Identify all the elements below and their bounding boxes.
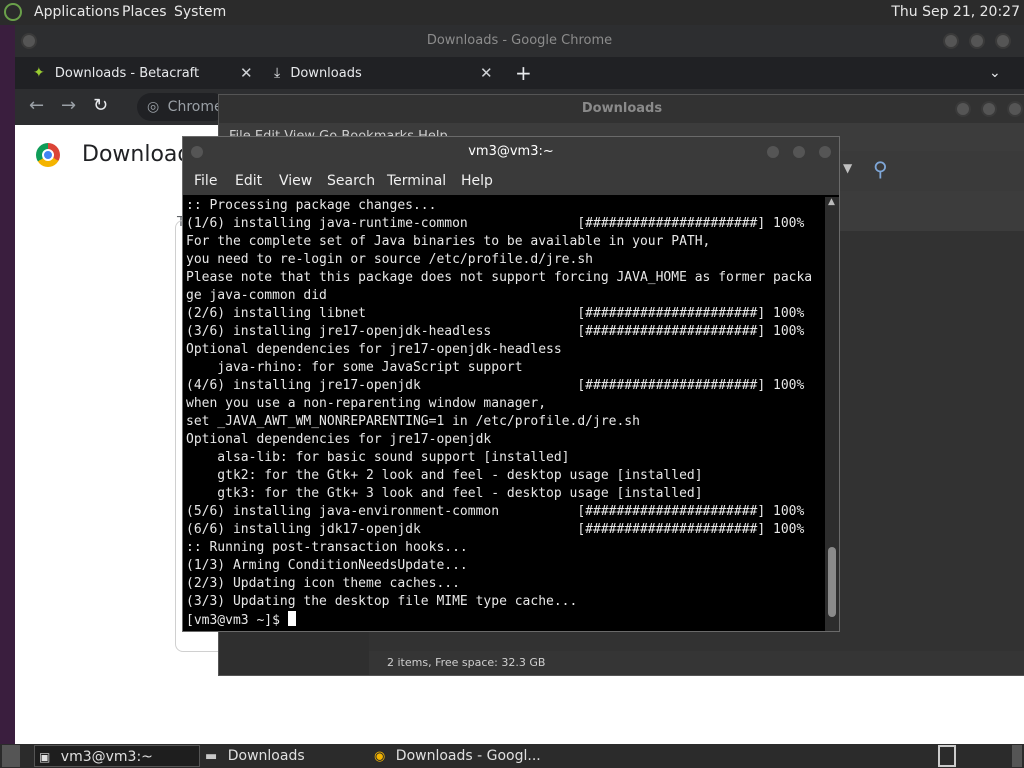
maximize-button[interactable] xyxy=(791,144,807,160)
top-panel: Applications Places System Thu Sep 21, 2… xyxy=(0,0,1024,25)
minimize-button[interactable] xyxy=(765,144,781,160)
window-menu-button[interactable] xyxy=(189,144,205,160)
close-tab-icon[interactable]: ✕ xyxy=(240,57,253,89)
page-heading: Download xyxy=(82,142,192,167)
terminal-line: (6/6) installing jdk17-openjdk [########… xyxy=(186,522,805,537)
menu-edit[interactable]: Edit xyxy=(235,167,262,195)
reload-icon[interactable]: ↻ xyxy=(93,95,108,116)
terminal-title: vm3@vm3:~ xyxy=(468,144,554,159)
tab-betacraft[interactable]: ✦ Downloads - Betacraft ✕ xyxy=(33,57,258,89)
betacraft-icon: ✦ xyxy=(33,65,45,81)
tab-search-chevron-icon[interactable]: ⌄ xyxy=(989,57,1001,89)
terminal-line: Optional dependencies for jre17-openjdk xyxy=(186,432,492,447)
download-icon: ⤓ xyxy=(274,65,281,81)
chrome-titlebar[interactable]: Downloads - Google Chrome xyxy=(15,25,1024,57)
window-title: Downloads - Google Chrome xyxy=(426,33,613,48)
folder-icon: ▬ xyxy=(205,749,218,764)
terminal-line: you need to re-login or source /etc/prof… xyxy=(186,252,593,267)
trash-icon[interactable] xyxy=(1012,745,1022,767)
terminal-line: alsa-lib: for basic sound support [insta… xyxy=(186,450,570,465)
system-logo-icon[interactable] xyxy=(4,3,22,21)
terminal-line: set _JAVA_AWT_WM_NONREPARENTING=1 in /et… xyxy=(186,414,640,429)
tab-label: Downloads xyxy=(290,66,362,81)
terminal-line: (3/3) Updating the desktop file MIME typ… xyxy=(186,594,578,609)
tab-label: Downloads - Betacraft xyxy=(54,66,200,81)
tab-downloads[interactable]: ⤓ Downloads ✕ xyxy=(274,57,494,89)
terminal-line: gtk3: for the Gtk+ 3 look and feel - des… xyxy=(186,486,703,501)
terminal-scrollbar[interactable]: ▲ xyxy=(825,197,839,631)
taskbar-item-label: Downloads - Googl... xyxy=(395,748,541,764)
fm-title: Downloads xyxy=(581,101,663,116)
terminal-line: (4/6) installing jre17-openjdk [########… xyxy=(186,378,805,393)
omnibox-label: Chrome xyxy=(167,99,223,115)
chrome-icon: ◎ xyxy=(147,99,160,115)
terminal-line: For the complete set of Java binaries to… xyxy=(186,234,711,249)
dropdown-icon[interactable]: ▼ xyxy=(843,161,852,175)
maximize-button[interactable] xyxy=(981,101,997,117)
minimize-button[interactable] xyxy=(955,101,971,117)
terminal-line: (3/6) installing jre17-openjdk-headless … xyxy=(186,324,805,339)
menu-file[interactable]: File xyxy=(194,167,217,195)
terminal-line: Optional dependencies for jre17-openjdk-… xyxy=(186,342,562,357)
terminal-line: Please note that this package does not s… xyxy=(186,270,813,285)
show-desktop-icon[interactable] xyxy=(2,745,20,767)
terminal-line: (2/6) installing libnet [###############… xyxy=(186,306,805,321)
terminal-prompt-line[interactable]: [vm3@vm3 ~]$ xyxy=(186,611,826,630)
menu-terminal[interactable]: Terminal xyxy=(387,167,446,195)
terminal-line: (5/6) installing java-environment-common… xyxy=(186,504,805,519)
terminal-line: :: Processing package changes... xyxy=(186,198,437,213)
forward-arrow-icon[interactable]: → xyxy=(61,95,76,116)
terminal-line: (1/6) installing java-runtime-common [##… xyxy=(186,216,805,231)
minimize-button[interactable] xyxy=(943,33,959,49)
close-button[interactable] xyxy=(817,144,833,160)
terminal-line: (1/3) Arming ConditionNeedsUpdate... xyxy=(186,558,468,573)
taskbar-item-label: Downloads xyxy=(227,748,305,764)
taskbar-item-file-manager[interactable]: ▬ Downloads xyxy=(205,745,365,767)
maximize-button[interactable] xyxy=(969,33,985,49)
menu-help[interactable]: Help xyxy=(461,167,493,195)
terminal-line: when you use a non-reparenting window ma… xyxy=(186,396,547,411)
workspace-switcher-icon[interactable] xyxy=(938,745,956,767)
clock[interactable]: Thu Sep 21, 20:27 xyxy=(891,4,1020,20)
tab-strip: ✦ Downloads - Betacraft ✕ ⤓ Downloads ✕ … xyxy=(15,57,1024,89)
new-tab-button[interactable]: + xyxy=(515,57,532,89)
menu-applications[interactable]: Applications xyxy=(34,4,120,20)
scroll-up-icon[interactable]: ▲ xyxy=(828,197,835,207)
close-tab-icon[interactable]: ✕ xyxy=(480,57,493,89)
back-arrow-icon[interactable]: ← xyxy=(29,95,44,116)
terminal-line: gtk2: for the Gtk+ 2 look and feel - des… xyxy=(186,468,703,483)
menu-system[interactable]: System xyxy=(174,4,226,20)
menu-search[interactable]: Search xyxy=(327,167,375,195)
terminal-menubar: File Edit View Search Terminal Help xyxy=(183,167,839,195)
fm-statusbar: 2 items, Free space: 32.3 GB xyxy=(369,651,1024,675)
close-button[interactable] xyxy=(995,33,1011,49)
terminal-icon: ▣ xyxy=(39,750,51,764)
menu-view[interactable]: View xyxy=(279,167,312,195)
taskbar-item-terminal[interactable]: ▣ vm3@vm3:~ xyxy=(34,745,200,767)
chrome-icon: ◉ xyxy=(374,749,386,764)
terminal-prompt: [vm3@vm3 ~]$ xyxy=(186,613,288,628)
omnibox[interactable]: ◎ Chrome xyxy=(137,93,227,121)
window-menu-button[interactable] xyxy=(21,33,37,49)
terminal-output[interactable]: :: Processing package changes...(1/6) in… xyxy=(186,197,826,631)
terminal-window: vm3@vm3:~ File Edit View Search Terminal… xyxy=(182,136,840,632)
terminal-cursor xyxy=(287,611,296,626)
terminal-line: java-rhino: for some JavaScript support xyxy=(186,360,523,375)
terminal-titlebar[interactable]: vm3@vm3:~ xyxy=(183,137,839,167)
menu-places[interactable]: Places xyxy=(122,4,167,20)
taskbar-item-chrome[interactable]: ◉ Downloads - Googl... xyxy=(374,745,574,767)
terminal-line: ge java-common did xyxy=(186,288,327,303)
chrome-logo-icon xyxy=(36,143,60,167)
taskbar: ▣ vm3@vm3:~ ▬ Downloads ◉ Downloads - Go… xyxy=(0,744,1024,768)
terminal-line: :: Running post-transaction hooks... xyxy=(186,540,468,555)
taskbar-item-label: vm3@vm3:~ xyxy=(60,749,153,765)
close-button[interactable] xyxy=(1007,101,1023,117)
terminal-line: (2/3) Updating icon theme caches... xyxy=(186,576,460,591)
search-icon[interactable]: ⚲ xyxy=(873,157,888,181)
scrollbar-thumb[interactable] xyxy=(828,547,836,617)
fm-titlebar[interactable]: Downloads xyxy=(219,95,1024,123)
